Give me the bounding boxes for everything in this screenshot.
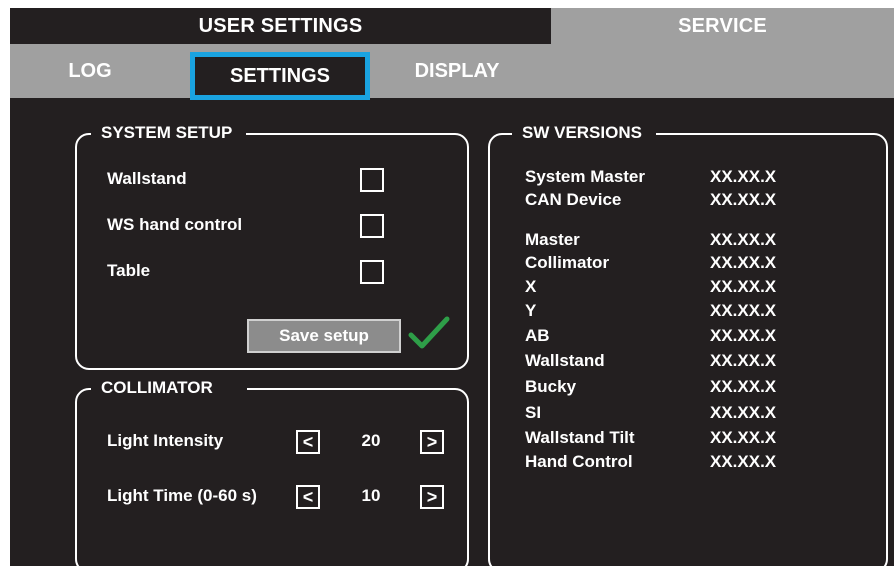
system-setup-title: SYSTEM SETUP	[91, 122, 247, 144]
tab-display[interactable]: DISPLAY	[402, 44, 512, 98]
light-intensity-decrease-button[interactable]: <	[296, 430, 320, 454]
wallstand-label: Wallstand	[107, 169, 187, 188]
sw-component-name: SI	[525, 403, 542, 422]
wallstand-checkbox[interactable]	[360, 168, 384, 192]
sw-component-name: System Master	[525, 167, 646, 186]
table-label: Table	[107, 261, 151, 280]
sw-version-row: SI XX.XX.X	[525, 403, 855, 423]
sw-component-name: Bucky	[525, 377, 577, 396]
sw-component-name: X	[525, 277, 537, 296]
sw-versions-group: SW VERSIONS System Master XX.XX.X CAN De…	[488, 122, 888, 566]
sw-version-value: XX.XX.X	[710, 253, 777, 272]
sw-version-row: System Master XX.XX.X	[525, 167, 855, 187]
sw-version-value: XX.XX.X	[710, 230, 777, 249]
settings-screen: USER SETTINGS SERVICE LOG SETTINGS DISPL…	[10, 8, 894, 566]
sub-tab-bar: LOG SETTINGS DISPLAY	[10, 44, 894, 100]
sw-component-name: Master	[525, 230, 580, 249]
light-time-label: Light Time (0-60 s)	[107, 486, 257, 505]
sw-version-value: XX.XX.X	[710, 301, 777, 320]
table-checkbox[interactable]	[360, 260, 384, 284]
light-time-increase-button[interactable]: >	[420, 485, 444, 509]
tab-settings[interactable]: SETTINGS	[190, 52, 370, 100]
light-intensity-label: Light Intensity	[107, 431, 224, 450]
sw-version-row: X XX.XX.X	[525, 277, 855, 297]
sw-version-value: XX.XX.X	[710, 377, 777, 396]
sw-component-name: Wallstand Tilt	[525, 428, 635, 447]
sw-component-name: Collimator	[525, 253, 610, 272]
light-time-decrease-button[interactable]: <	[296, 485, 320, 509]
sw-version-value: XX.XX.X	[710, 452, 777, 471]
sw-version-value: XX.XX.X	[710, 167, 777, 186]
sw-version-value: XX.XX.X	[710, 428, 777, 447]
checkmark-icon	[408, 316, 450, 349]
sw-version-row: Y XX.XX.X	[525, 301, 855, 321]
sw-version-value: XX.XX.X	[710, 403, 777, 422]
light-time-value: 10	[361, 486, 381, 505]
sw-version-value: XX.XX.X	[710, 277, 777, 296]
collimator-group: COLLIMATOR Light Intensity < 20 > Light …	[75, 377, 469, 566]
sw-version-row: Wallstand Tilt XX.XX.X	[525, 428, 855, 448]
sw-version-row: Wallstand XX.XX.X	[525, 351, 855, 371]
system-setup-group: SYSTEM SETUP Wallstand WS hand control T…	[75, 122, 469, 370]
sw-version-row: Collimator XX.XX.X	[525, 253, 855, 273]
light-intensity-value: 20	[361, 431, 381, 450]
sw-version-row: Bucky XX.XX.X	[525, 377, 855, 397]
ws-hand-control-label: WS hand control	[107, 215, 243, 234]
tab-log[interactable]: LOG	[50, 44, 130, 98]
sw-version-row: Hand Control XX.XX.X	[525, 452, 855, 472]
collimator-title: COLLIMATOR	[91, 377, 247, 399]
sw-versions-title: SW VERSIONS	[512, 122, 656, 144]
sw-component-name: Y	[525, 301, 537, 320]
save-setup-button[interactable]: Save setup	[247, 319, 401, 353]
tab-user-settings[interactable]: USER SETTINGS	[10, 8, 551, 44]
sw-component-name: AB	[525, 326, 550, 345]
light-intensity-increase-button[interactable]: >	[420, 430, 444, 454]
sw-version-row: CAN Device XX.XX.X	[525, 190, 855, 210]
sw-component-name: Hand Control	[525, 452, 633, 471]
sw-version-value: XX.XX.X	[710, 351, 777, 370]
sw-component-name: Wallstand	[525, 351, 605, 370]
tab-service[interactable]: SERVICE	[551, 8, 894, 44]
sw-component-name: CAN Device	[525, 190, 622, 209]
sw-version-value: XX.XX.X	[710, 190, 777, 209]
sw-version-value: XX.XX.X	[710, 326, 777, 345]
ws-hand-control-checkbox[interactable]	[360, 214, 384, 238]
sw-version-row: Master XX.XX.X	[525, 230, 855, 250]
sw-version-row: AB XX.XX.X	[525, 326, 855, 346]
